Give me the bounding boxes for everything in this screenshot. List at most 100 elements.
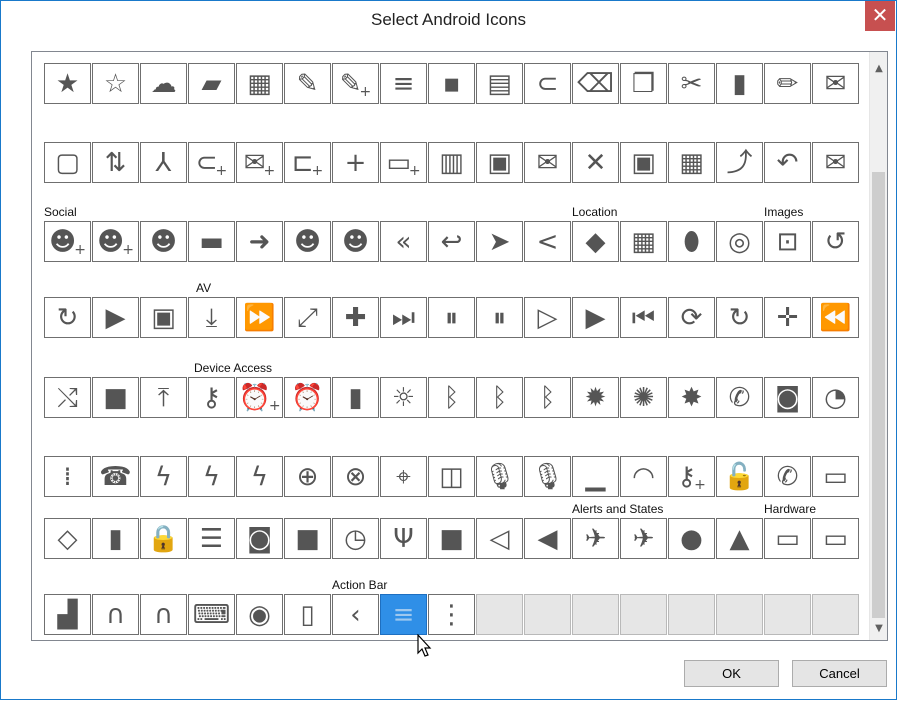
scrollbar-thumb[interactable] [872, 172, 885, 618]
call-icon[interactable]: ✆ [716, 377, 763, 418]
new-label-icon[interactable]: ⊏ + [284, 142, 331, 183]
reply-icon[interactable]: ↩ [428, 221, 475, 262]
not-secure-icon[interactable]: 🔓 [716, 456, 763, 497]
cut-icon[interactable]: ✂ [668, 63, 715, 104]
secure-icon[interactable]: 🔒 [140, 518, 187, 559]
lock-rotation-icon[interactable]: ◫ [428, 456, 475, 497]
empty-cell[interactable] [572, 594, 619, 635]
remove-icon[interactable]: ✕ [572, 142, 619, 183]
read-icon[interactable]: ✉ [524, 142, 571, 183]
airplane-mode-on-icon[interactable]: ✈ [620, 518, 667, 559]
brightness-auto-icon[interactable]: ✹ [572, 377, 619, 418]
empty-cell[interactable] [716, 594, 763, 635]
warning-icon[interactable]: ▲ [716, 518, 763, 559]
add-to-queue-icon[interactable]: ▣ [140, 297, 187, 338]
star-outline-icon[interactable]: ☆ [92, 63, 139, 104]
network-cell-icon[interactable]: ▁ [572, 456, 619, 497]
full-screen-icon[interactable]: ⤢ [284, 297, 331, 338]
new-event-icon[interactable]: ▢ [44, 142, 91, 183]
pencil-icon[interactable]: ✏ [764, 63, 811, 104]
send-now-icon[interactable]: ➤ [476, 221, 523, 262]
grid-icon[interactable]: ▪ [428, 63, 475, 104]
camera-icon[interactable]: ◙ [764, 377, 811, 418]
error-icon[interactable]: ● [668, 518, 715, 559]
sort-icon[interactable]: ≡ [380, 63, 427, 104]
screen-rotation-icon[interactable]: ◇ [44, 518, 91, 559]
forward-icon[interactable]: ➜ [236, 221, 283, 262]
mouse-icon[interactable]: ◉ [236, 594, 283, 635]
add-alarm-icon[interactable]: ⏰ + [236, 377, 283, 418]
overflow-vertical-icon[interactable]: ⋮ [428, 594, 475, 635]
empty-cell[interactable] [764, 594, 811, 635]
stop-icon[interactable]: ■ [92, 377, 139, 418]
flash-on-icon[interactable]: ϟ [236, 456, 283, 497]
close-button[interactable]: ✕ [865, 1, 895, 31]
flash-automatic-icon[interactable]: ϟ [140, 456, 187, 497]
folder-icon[interactable]: ▰ [188, 63, 235, 104]
ok-button[interactable]: OK [684, 660, 779, 687]
back-icon[interactable]: ‹ [332, 594, 379, 635]
map-icon[interactable]: ▦ [620, 221, 667, 262]
bluetooth-icon[interactable]: ᛒ [476, 377, 523, 418]
rotate-left-icon[interactable]: ↺ [812, 221, 859, 262]
document-icon[interactable]: ▤ [476, 63, 523, 104]
bightness-low-icon[interactable]: ☼ [380, 377, 427, 418]
flash-off-icon[interactable]: ϟ [188, 456, 235, 497]
picture-icon[interactable]: ▣ [476, 142, 523, 183]
upload-icon[interactable]: ⤒ [140, 377, 187, 418]
return-from-full-screen-icon[interactable]: ✛ [764, 297, 811, 338]
empty-cell[interactable] [620, 594, 667, 635]
slideshow-icon[interactable]: ▶ [92, 297, 139, 338]
data-usage-icon[interactable]: ◔ [812, 377, 859, 418]
brightness-medium-icon[interactable]: ✸ [668, 377, 715, 418]
alarms-icon[interactable]: ⏰ [284, 377, 331, 418]
icon-grid[interactable]: ★ ☆ ☁ ▰ ▦ ✎ ✎ + ≡ ▪ ▤ ⊂ ⌫ ❐ ✂ ▮ ✏ ✉ ▢ ⇅ ⅄ ⊂ + ✉ + ⊏ + + ▭ + ▥ ▣ ✉ ✕ ▣ ▦ ⤴ ↶ ✉ ☻… [31, 51, 888, 641]
location-searching-icon[interactable]: ⌖ [380, 456, 427, 497]
download-icon[interactable]: ⤓ [188, 297, 235, 338]
desktop-icon[interactable]: ▭ [812, 518, 859, 559]
switch-video-icon[interactable]: ■ [284, 518, 331, 559]
shuffle-icon[interactable]: ⤭ [44, 377, 91, 418]
headset-icon[interactable]: ∩ [140, 594, 187, 635]
location-found-icon[interactable]: ⊕ [284, 456, 331, 497]
accounts-icon[interactable]: ⚷ [188, 377, 235, 418]
battery-icon[interactable]: ▮ [332, 377, 379, 418]
sd-storage-icon[interactable]: ▮ [92, 518, 139, 559]
save-icon[interactable]: ▣ [620, 142, 667, 183]
select-all-icon[interactable]: ▦ [668, 142, 715, 183]
volume-muted-icon[interactable]: ◁ [476, 518, 523, 559]
computer-icon[interactable]: ▭ [764, 518, 811, 559]
brightness-high-icon[interactable]: ✺ [620, 377, 667, 418]
make-available-offline-icon[interactable]: ✚ [332, 297, 379, 338]
rewind-icon[interactable]: ⏪ [812, 297, 859, 338]
play-over-video-icon[interactable]: ▷ [524, 297, 571, 338]
sort-by-size-icon[interactable]: ⇅ [92, 142, 139, 183]
unread-icon[interactable]: ✉ [812, 142, 859, 183]
edit-add-icon[interactable]: ✎ + [332, 63, 379, 104]
scroll-up-arrow[interactable]: ▲ [870, 60, 887, 78]
volume-on-icon[interactable]: ◀ [524, 518, 571, 559]
usb-icon[interactable]: Ψ [380, 518, 427, 559]
star-icon[interactable]: ★ [44, 63, 91, 104]
replay-icon[interactable]: ↻ [716, 297, 763, 338]
mic-icon[interactable]: 🎙 [524, 456, 571, 497]
cancel-button[interactable]: Cancel [792, 660, 887, 687]
cloud-icon[interactable]: ☁ [140, 63, 187, 104]
empty-cell[interactable] [668, 594, 715, 635]
chat-icon[interactable]: ▬ [188, 221, 235, 262]
new-picture-icon[interactable]: ▭ + [380, 142, 427, 183]
new-icon[interactable]: + [332, 142, 379, 183]
switch-camera-icon[interactable]: ◙ [236, 518, 283, 559]
storage-icon[interactable]: ☰ [188, 518, 235, 559]
repeat-icon[interactable]: ⟳ [668, 297, 715, 338]
time-icon[interactable]: ◷ [332, 518, 379, 559]
fast-forward-icon[interactable]: ⏩ [236, 297, 283, 338]
network-wifi-icon[interactable]: ◠ [620, 456, 667, 497]
new-account-icon[interactable]: ⚷ + [668, 456, 715, 497]
new-attachment-icon[interactable]: ⊂ + [188, 142, 235, 183]
end-call-icon[interactable]: ☎ [92, 456, 139, 497]
ring-volume-icon[interactable]: ✆ [764, 456, 811, 497]
headphones-icon[interactable]: ∩ [92, 594, 139, 635]
mic-muted-icon[interactable]: 🎙 [476, 456, 523, 497]
cc-bcc-icon[interactable]: ☻ [284, 221, 331, 262]
